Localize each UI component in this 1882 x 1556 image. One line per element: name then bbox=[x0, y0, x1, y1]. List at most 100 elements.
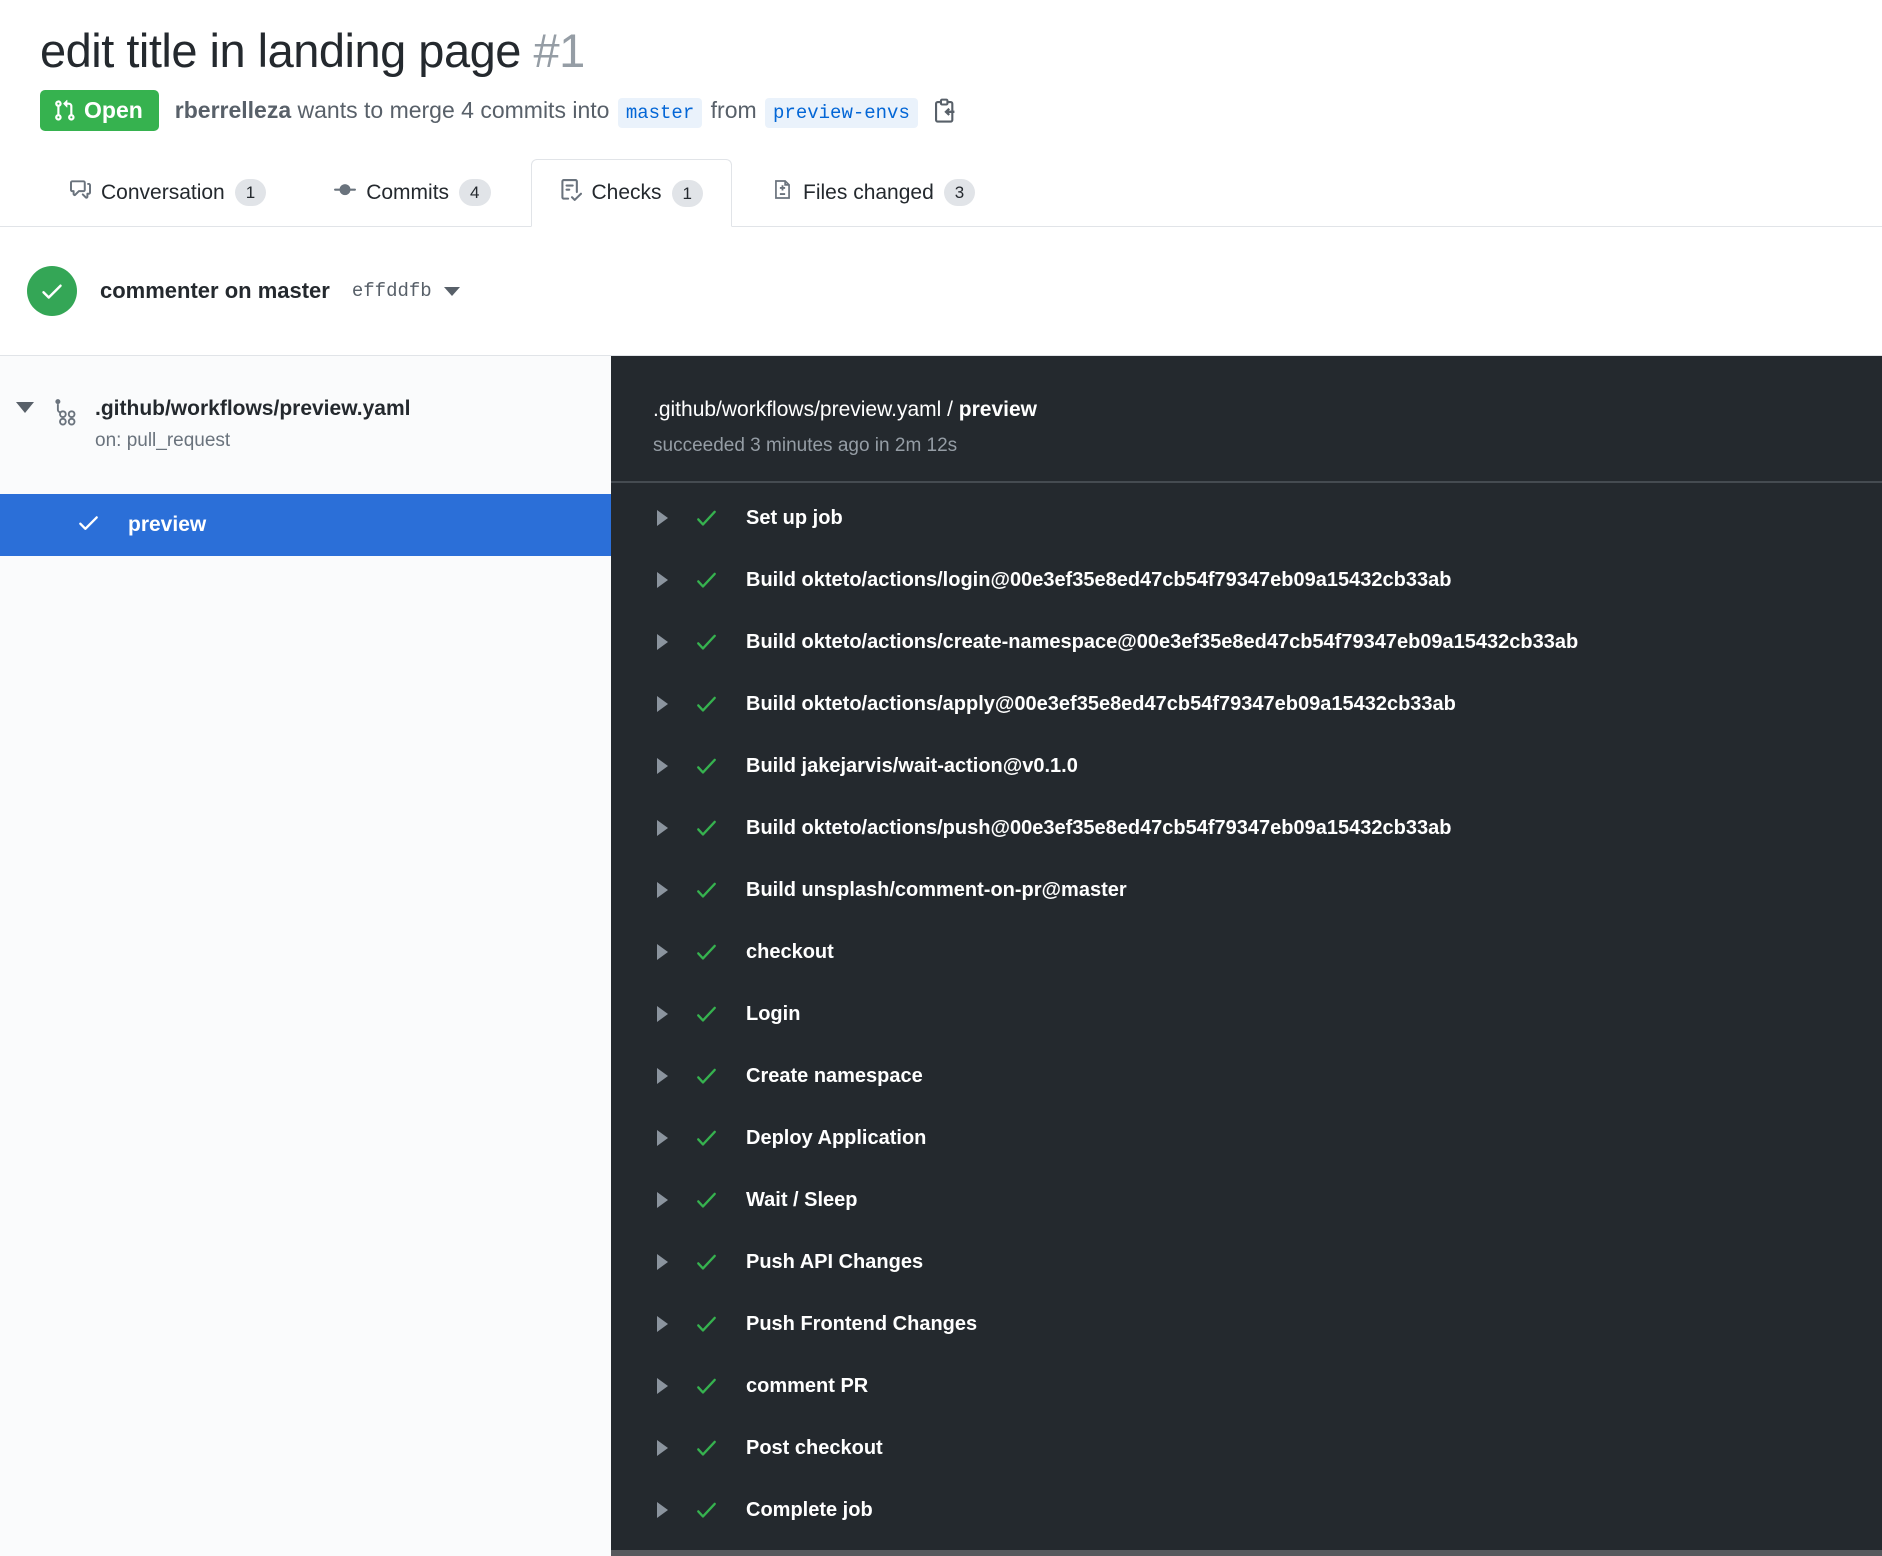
step-row[interactable]: Build okteto/actions/login@00e3ef35e8ed4… bbox=[611, 549, 1882, 611]
head-branch-link[interactable]: preview-envs bbox=[765, 98, 918, 128]
workflow-graph-icon bbox=[51, 396, 81, 452]
step-row[interactable]: Login bbox=[611, 983, 1882, 1045]
pr-state-label: Open bbox=[84, 99, 143, 122]
step-name: Set up job bbox=[746, 507, 843, 530]
step-row[interactable]: Push Frontend Changes bbox=[611, 1293, 1882, 1355]
check-icon bbox=[694, 1250, 719, 1275]
sidebar-job-preview[interactable]: preview bbox=[0, 494, 611, 556]
check-icon bbox=[694, 692, 719, 717]
tab-conversation[interactable]: Conversation 1 bbox=[42, 159, 294, 226]
step-name: Build unsplash/comment-on-pr@master bbox=[746, 879, 1127, 902]
checks-body: .github/workflows/preview.yaml on: pull_… bbox=[0, 355, 1882, 1556]
commit-sha[interactable]: effddfb bbox=[352, 280, 432, 302]
step-name: Push API Changes bbox=[746, 1251, 923, 1274]
chevron-right-icon[interactable] bbox=[657, 510, 668, 526]
pr-number: #1 bbox=[533, 24, 584, 77]
chevron-right-icon[interactable] bbox=[657, 758, 668, 774]
check-icon bbox=[694, 1064, 719, 1089]
check-circle-icon bbox=[27, 266, 77, 316]
chevron-right-icon[interactable] bbox=[657, 1254, 668, 1270]
chevron-right-icon[interactable] bbox=[657, 1440, 668, 1456]
check-icon bbox=[694, 1374, 719, 1399]
base-branch-link[interactable]: master bbox=[618, 98, 702, 128]
pr-state-badge: Open bbox=[40, 90, 159, 131]
step-row[interactable]: comment PR bbox=[611, 1355, 1882, 1417]
tab-commits[interactable]: Commits 4 bbox=[306, 159, 518, 226]
git-pull-request-icon bbox=[53, 99, 76, 122]
step-name: Push Frontend Changes bbox=[746, 1313, 977, 1336]
step-name: Build jakejarvis/wait-action@v0.1.0 bbox=[746, 755, 1078, 778]
step-row[interactable]: Set up job bbox=[611, 487, 1882, 549]
step-row[interactable]: Post checkout bbox=[611, 1417, 1882, 1479]
chevron-right-icon[interactable] bbox=[657, 1130, 668, 1146]
job-name: preview bbox=[128, 513, 206, 537]
chevron-right-icon[interactable] bbox=[657, 1006, 668, 1022]
chevron-right-icon[interactable] bbox=[657, 820, 668, 836]
chevron-right-icon[interactable] bbox=[657, 1502, 668, 1518]
chevron-right-icon[interactable] bbox=[657, 1068, 668, 1084]
chevron-right-icon[interactable] bbox=[657, 1316, 668, 1332]
chevron-right-icon[interactable] bbox=[657, 944, 668, 960]
check-icon bbox=[694, 1002, 719, 1027]
tab-label: Conversation bbox=[101, 181, 225, 205]
tab-count-badge: 1 bbox=[235, 179, 266, 206]
pr-header: edit title in landing page #1 Open rberr… bbox=[0, 0, 1882, 131]
step-name: Deploy Application bbox=[746, 1127, 926, 1150]
step-row[interactable]: checkout bbox=[611, 921, 1882, 983]
step-row[interactable]: Wait / Sleep bbox=[611, 1169, 1882, 1231]
step-row[interactable]: Create namespace bbox=[611, 1045, 1882, 1107]
step-row[interactable]: Build okteto/actions/apply@00e3ef35e8ed4… bbox=[611, 673, 1882, 735]
step-row[interactable]: Push API Changes bbox=[611, 1231, 1882, 1293]
job-log-header: .github/workflows/preview.yaml / preview… bbox=[611, 356, 1882, 483]
tab-files-changed[interactable]: Files changed 3 bbox=[744, 159, 1003, 226]
chevron-right-icon[interactable] bbox=[657, 882, 668, 898]
tab-checks[interactable]: Checks 1 bbox=[531, 159, 733, 227]
step-row[interactable]: Complete job bbox=[611, 1479, 1882, 1541]
tab-label: Commits bbox=[366, 181, 449, 205]
step-name: Build okteto/actions/push@00e3ef35e8ed47… bbox=[746, 817, 1451, 840]
check-icon bbox=[694, 940, 719, 965]
step-row[interactable]: Build unsplash/comment-on-pr@master bbox=[611, 859, 1882, 921]
job-log-title-path: .github/workflows/preview.yaml / bbox=[653, 398, 959, 421]
file-diff-icon bbox=[772, 179, 793, 206]
chevron-right-icon[interactable] bbox=[657, 1378, 668, 1394]
chevron-right-icon[interactable] bbox=[657, 1192, 668, 1208]
comment-discussion-icon bbox=[70, 179, 91, 206]
step-name: Build okteto/actions/login@00e3ef35e8ed4… bbox=[746, 569, 1451, 592]
chevron-right-icon[interactable] bbox=[657, 696, 668, 712]
check-icon bbox=[694, 816, 719, 841]
step-name: comment PR bbox=[746, 1375, 868, 1398]
checklist-icon bbox=[560, 179, 582, 207]
step-name: Post checkout bbox=[746, 1437, 883, 1460]
job-log-title: .github/workflows/preview.yaml / preview bbox=[653, 398, 1882, 422]
workflow-trigger: on: pull_request bbox=[95, 430, 410, 452]
horizontal-scrollbar[interactable] bbox=[611, 1550, 1882, 1556]
git-commit-icon bbox=[334, 179, 356, 207]
steps-list: Set up job Build okteto/actions/login@00… bbox=[611, 483, 1882, 1541]
copy-to-clipboard-icon[interactable] bbox=[932, 98, 958, 124]
check-icon bbox=[694, 754, 719, 779]
check-icon bbox=[694, 1312, 719, 1337]
check-status-row: commenter on master effddfb bbox=[0, 227, 1882, 355]
step-row[interactable]: Build okteto/actions/push@00e3ef35e8ed47… bbox=[611, 797, 1882, 859]
workflow-file-name: .github/workflows/preview.yaml bbox=[95, 396, 410, 421]
pr-meta-row: Open rberrelleza wants to merge 4 commit… bbox=[40, 90, 1842, 131]
check-icon bbox=[694, 630, 719, 655]
check-icon bbox=[694, 1188, 719, 1213]
workflows-sidebar: .github/workflows/preview.yaml on: pull_… bbox=[0, 356, 611, 1556]
chevron-down-icon[interactable] bbox=[444, 287, 460, 296]
step-name: checkout bbox=[746, 941, 834, 964]
pr-author-link[interactable]: rberrelleza bbox=[175, 97, 291, 123]
step-row[interactable]: Build jakejarvis/wait-action@v0.1.0 bbox=[611, 735, 1882, 797]
chevron-right-icon[interactable] bbox=[657, 572, 668, 588]
step-name: Wait / Sleep bbox=[746, 1189, 858, 1212]
tab-count-badge: 1 bbox=[672, 180, 703, 207]
collapse-caret-icon[interactable] bbox=[16, 402, 34, 413]
step-row[interactable]: Build okteto/actions/create-namespace@00… bbox=[611, 611, 1882, 673]
check-icon bbox=[694, 1498, 719, 1523]
step-row[interactable]: Deploy Application bbox=[611, 1107, 1882, 1169]
step-name: Login bbox=[746, 1003, 800, 1026]
page-title: edit title in landing page #1 bbox=[40, 24, 1842, 78]
chevron-right-icon[interactable] bbox=[657, 634, 668, 650]
pr-tabs: Conversation 1 Commits 4 Checks 1 bbox=[0, 159, 1882, 227]
